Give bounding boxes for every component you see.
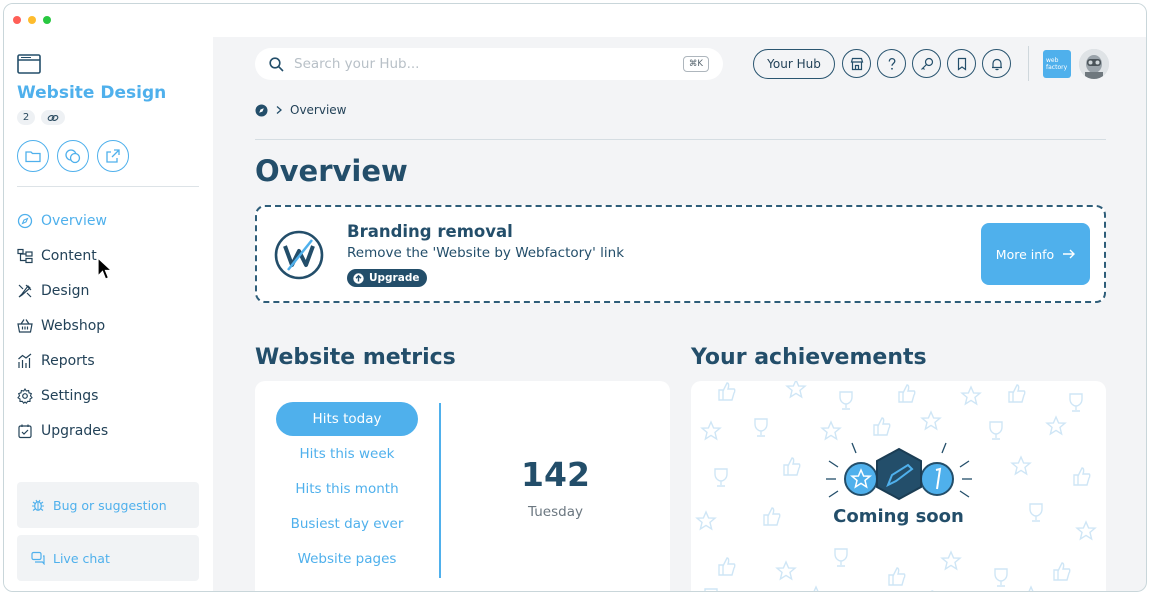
sidebar: Website Design 2 Overview Content Design: [4, 37, 213, 591]
tab-busiest-day[interactable]: Busiest day ever: [276, 507, 418, 541]
external-link-icon: [106, 149, 120, 163]
breadcrumb: Overview: [255, 103, 347, 117]
promo-title: Branding removal: [347, 222, 513, 241]
coming-soon-label: Coming soon: [833, 506, 964, 527]
site-title: Website Design: [17, 83, 167, 103]
sidebar-item-design[interactable]: Design: [17, 280, 89, 302]
achievements-card: Coming soon: [691, 381, 1106, 591]
sidebar-item-overview[interactable]: Overview: [17, 210, 107, 232]
mouse-cursor-icon: [97, 257, 113, 280]
bug-icon: [32, 499, 44, 511]
sidebar-item-label: Design: [41, 283, 90, 299]
metric-day-label: Tuesday: [528, 504, 583, 520]
sidebar-item-webshop[interactable]: Webshop: [17, 315, 105, 337]
search-icon: [269, 56, 284, 72]
link-badge[interactable]: [41, 110, 65, 125]
your-hub-button[interactable]: Your Hub: [753, 49, 835, 79]
breadcrumb-current: Overview: [290, 103, 347, 117]
link-icon: [47, 114, 59, 121]
arrow-right-icon: [1063, 249, 1076, 259]
maximize-window-button[interactable]: [43, 16, 51, 24]
bug-report-button[interactable]: Bug or suggestion: [17, 482, 199, 528]
store-icon: [850, 57, 863, 70]
topbar-divider: [1028, 46, 1029, 81]
sitemap-icon: [17, 248, 33, 264]
bug-report-label: Bug or suggestion: [53, 497, 167, 513]
page-count-badge: 2: [17, 110, 35, 125]
tab-hits-today[interactable]: Hits today: [276, 402, 418, 436]
live-chat-button[interactable]: Live chat: [17, 535, 199, 581]
key-icon: [920, 57, 933, 70]
browser-window-icon: [17, 54, 41, 74]
sidebar-item-settings[interactable]: Settings: [17, 385, 98, 407]
page-title: Overview: [255, 154, 408, 188]
brush-icon: [18, 284, 32, 298]
arrow-up-circle-icon: [353, 272, 364, 284]
tab-hits-this-week[interactable]: Hits this week: [276, 437, 418, 471]
robot-avatar-icon: [1079, 49, 1109, 79]
compass-icon[interactable]: [255, 104, 268, 117]
tab-hits-this-month[interactable]: Hits this month: [276, 472, 418, 506]
notifications-button[interactable]: [982, 49, 1011, 78]
folder-button[interactable]: [17, 140, 49, 172]
sidebar-item-label: Reports: [41, 353, 95, 369]
sidebar-item-label: Settings: [41, 388, 99, 404]
user-avatar[interactable]: [1079, 49, 1109, 79]
shortcut-hint: ⌘K: [682, 56, 709, 72]
titlebar: [4, 4, 1146, 37]
more-info-button[interactable]: More info: [981, 223, 1090, 285]
webfactory-logo[interactable]: web factory: [1043, 50, 1071, 78]
branding-removal-card: Branding removal Remove the 'Website by …: [255, 205, 1106, 303]
sidebar-item-reports[interactable]: Reports: [17, 350, 95, 372]
metric-value: 142: [521, 455, 590, 494]
sidebar-item-label: Overview: [41, 213, 107, 229]
gift-icon: [18, 424, 32, 439]
sidebar-item-upgrades[interactable]: Upgrades: [17, 420, 108, 442]
bookmark-icon: [957, 57, 966, 71]
chat-icon: [31, 551, 45, 565]
app-window: Website Design 2 Overview Content Design: [3, 3, 1147, 592]
live-chat-label: Live chat: [53, 550, 110, 566]
bell-icon: [991, 58, 1002, 70]
sidebar-item-content[interactable]: Content: [17, 245, 97, 267]
gear-icon: [17, 388, 33, 404]
minimize-window-button[interactable]: [28, 16, 36, 24]
folder-icon: [25, 151, 41, 163]
key-button[interactable]: [912, 49, 941, 78]
metrics-card: Hits today Hits this week Hits this mont…: [255, 381, 670, 591]
comments-button[interactable]: [57, 140, 89, 172]
question-icon: [888, 57, 895, 70]
promo-subtitle: Remove the 'Website by Webfactory' link: [347, 245, 625, 261]
basket-icon: [17, 319, 33, 333]
metrics-title: Website metrics: [255, 345, 456, 370]
sidebar-divider: [17, 186, 199, 187]
sidebar-item-label: Content: [41, 248, 97, 264]
upgrade-badge[interactable]: Upgrade: [347, 269, 428, 287]
chat-bubbles-icon: [65, 149, 81, 164]
tab-website-pages[interactable]: Website pages: [276, 542, 418, 576]
compass-icon: [17, 213, 33, 229]
search-input[interactable]: Search your Hub...: [294, 56, 419, 72]
achievement-badges-icon: [826, 442, 972, 501]
achievements-title: Your achievements: [691, 345, 927, 370]
open-external-button[interactable]: [97, 140, 129, 172]
search-bar[interactable]: Search your Hub... ⌘K: [255, 48, 723, 80]
chevron-right-icon: [276, 106, 282, 114]
main-divider: [255, 139, 1106, 140]
chart-icon: [18, 353, 32, 368]
store-button[interactable]: [842, 49, 871, 78]
close-window-button[interactable]: [13, 16, 21, 24]
sidebar-item-label: Webshop: [41, 318, 106, 334]
sidebar-item-label: Upgrades: [41, 423, 109, 439]
help-button[interactable]: [877, 49, 906, 78]
bookmark-button[interactable]: [947, 49, 976, 78]
webfactory-w-icon: [274, 230, 324, 280]
